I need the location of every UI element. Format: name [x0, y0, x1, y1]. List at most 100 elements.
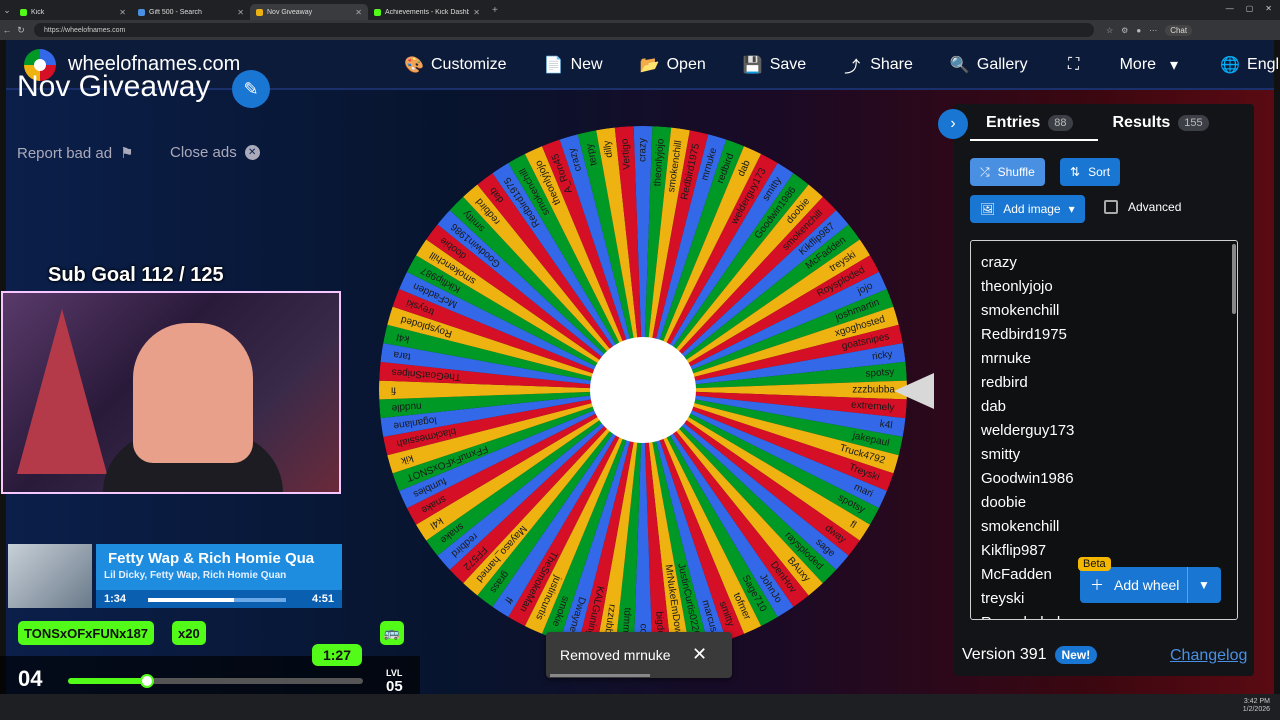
- browser-tab-kick[interactable]: Kick ✕: [14, 4, 132, 20]
- palette-icon: 🎨: [404, 57, 424, 74]
- wheel-favicon-icon: [256, 8, 263, 16]
- close-tab-icon[interactable]: ✕: [119, 8, 126, 17]
- wheel-container[interactable]: crazy theonlyjojo smokenchill Redbird1975 mr…: [379, 126, 907, 654]
- close-ads-label: Close ads: [170, 144, 237, 161]
- wheel-slice-label: spotsy: [865, 367, 895, 380]
- back-icon[interactable]: ←: [0, 25, 14, 35]
- menu-open[interactable]: 📂 Open: [640, 55, 706, 75]
- menu-customize[interactable]: 🎨 Customize: [404, 55, 507, 75]
- edit-title-button[interactable]: ✎: [232, 70, 270, 108]
- current-level: 04: [18, 666, 43, 691]
- removed-toast: Removed mrnuke ✕: [546, 632, 732, 678]
- advanced-toggle[interactable]: Advanced: [1104, 200, 1181, 214]
- xp-fill: [68, 678, 145, 684]
- close-tab-icon[interactable]: ✕: [237, 8, 244, 17]
- add-wheel-dropdown-icon[interactable]: ▼: [1188, 578, 1220, 592]
- song-progress-track: [148, 598, 286, 602]
- close-tab-icon[interactable]: ✕: [355, 8, 362, 17]
- entries-scrollbar[interactable]: [1232, 244, 1236, 314]
- entry-line: doobie: [981, 494, 1027, 511]
- address-bar: ← ↻ https://wheelofnames.com ☆ ⚙ ● ⋯ Cha…: [0, 20, 1280, 40]
- version-info: Version 391 New!: [962, 646, 1098, 664]
- shuffle-button[interactable]: ⤮ Shuffle: [970, 158, 1045, 186]
- entry-line: dab: [981, 398, 1007, 415]
- add-wheel-button[interactable]: ＋ Add wheel ▼: [1080, 567, 1221, 603]
- changelog-link[interactable]: Changelog: [1170, 647, 1247, 665]
- wheel-slice-label: Vertigo: [620, 138, 633, 170]
- pencil-icon: ✎: [243, 78, 259, 99]
- report-bad-ad-link[interactable]: Report bad ad ⚑: [17, 144, 134, 163]
- new-tab-icon[interactable]: +: [492, 5, 498, 16]
- refresh-icon[interactable]: ↻: [14, 25, 28, 36]
- menu-gallery[interactable]: 🔍 Gallery: [950, 55, 1028, 75]
- browser-tab-wheel[interactable]: Nov Giveaway ✕: [250, 4, 368, 20]
- song-current-time: 1:34: [104, 593, 127, 605]
- close-tab-icon[interactable]: ✕: [473, 8, 480, 17]
- countdown-timer: 1:27: [312, 644, 362, 666]
- menu-save[interactable]: 💾 Save: [743, 55, 806, 75]
- wheel-slice-label: crazy: [638, 138, 649, 162]
- image-icon: 🖼: [980, 202, 996, 216]
- shuffle-icon: ⤮: [980, 164, 990, 179]
- extensions-icon[interactable]: ⚙: [1121, 26, 1128, 35]
- os-taskbar: 3:42 PM 1/2/2026: [0, 694, 1280, 720]
- search-icon: 🔍: [949, 57, 970, 74]
- advanced-label: Advanced: [1128, 200, 1182, 214]
- menu-fullscreen[interactable]: ⛶: [1065, 56, 1083, 74]
- beta-badge: Beta: [1078, 557, 1111, 571]
- url-field[interactable]: https://wheelofnames.com: [34, 23, 1094, 37]
- song-progress-fill: [148, 598, 234, 602]
- menu-more[interactable]: More ▾: [1120, 55, 1183, 75]
- share-icon: ⤴: [844, 59, 861, 76]
- entries-count-badge: 88: [1048, 115, 1073, 131]
- entry-line: Redbird1975: [981, 326, 1067, 343]
- menu-label: Share: [870, 56, 913, 73]
- tab-label: Results: [1112, 114, 1171, 131]
- browser-tab-label: Gift 500 - Search: [149, 8, 202, 16]
- clock-date: 1/2/2026: [1242, 706, 1270, 713]
- browser-tab-search[interactable]: Gift 500 - Search ✕: [132, 4, 250, 20]
- sort-icon: ⇅: [1070, 165, 1081, 179]
- close-window-icon[interactable]: ✕: [1265, 4, 1272, 13]
- menu-label: Gallery: [976, 56, 1028, 73]
- menu-label: Open: [666, 56, 706, 73]
- tab-entries[interactable]: Entries 88: [986, 114, 1073, 132]
- chat-button[interactable]: Chat: [1165, 24, 1193, 36]
- system-tray-clock[interactable]: 3:42 PM 1/2/2026: [1243, 698, 1270, 714]
- menu-language[interactable]: 🌐 English: [1220, 55, 1280, 75]
- xp-knob: [140, 674, 154, 688]
- new-badge: New!: [1054, 646, 1098, 664]
- profile-icon[interactable]: ●: [1136, 26, 1141, 35]
- collapse-panel-button[interactable]: ›: [938, 109, 968, 139]
- add-wheel-main[interactable]: ＋ Add wheel: [1080, 567, 1188, 603]
- menu-new[interactable]: 📄 New: [544, 55, 603, 75]
- add-image-button[interactable]: 🖼 Add image ▾: [970, 195, 1085, 223]
- sort-button[interactable]: ⇅ Sort: [1060, 158, 1121, 186]
- browser-tab-achievements[interactable]: Achievements - Kick Dashboard ✕: [368, 4, 486, 20]
- plus-icon: ＋: [1090, 577, 1104, 593]
- star-icon[interactable]: ☆: [1106, 26, 1113, 35]
- close-toast-icon[interactable]: ✕: [692, 644, 707, 665]
- entry-line: smitty: [981, 446, 1021, 463]
- version-label: Version 391: [962, 646, 1047, 663]
- browser-tab-label: Nov Giveaway: [267, 8, 313, 16]
- tab-label: Entries: [986, 114, 1041, 131]
- chevron-right-icon: ›: [950, 115, 956, 132]
- tab-list-icon[interactable]: ⌄: [0, 5, 14, 16]
- fullscreen-icon: ⛶: [1067, 56, 1080, 73]
- results-count-badge: 155: [1178, 115, 1209, 131]
- advanced-checkbox[interactable]: [1104, 200, 1118, 214]
- maximize-icon[interactable]: ▢: [1246, 4, 1254, 13]
- minimize-icon[interactable]: —: [1226, 4, 1234, 13]
- wheel-hub[interactable]: [590, 337, 696, 443]
- sub-goal-text: Sub Goal 112 / 125: [48, 264, 224, 286]
- menu-dots-icon[interactable]: ⋯: [1149, 26, 1157, 35]
- menu-share[interactable]: ⤴ Share: [843, 53, 913, 77]
- next-level: 05: [386, 678, 403, 695]
- webcam-overlay: [1, 291, 341, 494]
- close-ads-link[interactable]: Close ads ✕: [170, 144, 260, 161]
- menu-label: Customize: [431, 56, 507, 73]
- globe-icon: 🌐: [1220, 57, 1240, 74]
- tab-results[interactable]: Results 155: [1113, 114, 1209, 132]
- menu-label: English: [1247, 56, 1280, 73]
